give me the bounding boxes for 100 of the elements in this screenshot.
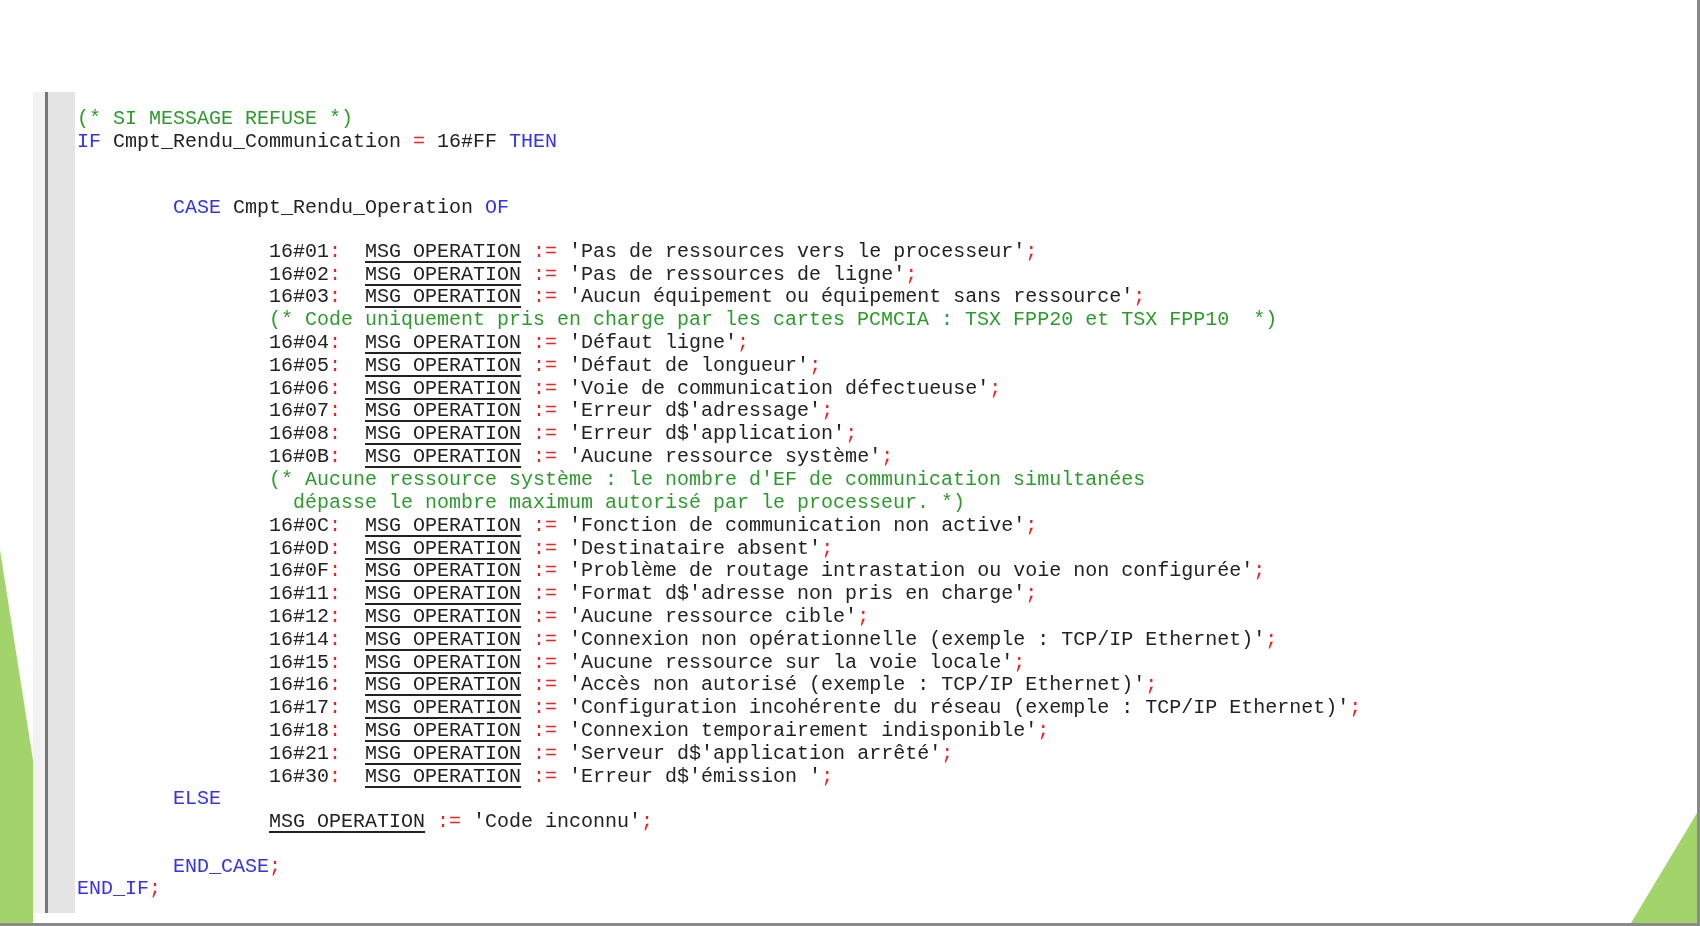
operator: ;: [1253, 559, 1266, 583]
string-literal: 'Fonction de communication non active': [569, 513, 1026, 537]
operator: :=: [532, 741, 559, 765]
code-text: 16#16: [269, 673, 329, 697]
variable-name: MSG OPERATION: [365, 741, 522, 765]
code-text: 16#17: [269, 696, 329, 720]
operator: :: [329, 262, 343, 286]
code-text: 16#06: [269, 376, 329, 400]
code-text: 16#01: [269, 239, 329, 263]
operator: :=: [532, 285, 559, 309]
code-text: 16#11: [269, 582, 329, 606]
string-literal: 'Aucune ressource système': [569, 445, 882, 469]
code-comment: (* Code uniquement pris en charge par les cartes PCMCIA : TSX FPP20 et TSX FPP10 *): [269, 308, 1278, 332]
variable-name: MSG OPERATION: [365, 559, 522, 583]
operator: :=: [532, 445, 559, 469]
operator: :=: [532, 422, 559, 446]
code-text: 16#05: [269, 353, 329, 377]
operator: :=: [532, 696, 559, 720]
operator: :=: [532, 719, 559, 743]
operator: :=: [532, 513, 559, 537]
operator: :=: [532, 673, 559, 697]
variable-name: MSG OPERATION: [365, 239, 522, 263]
operator: ;: [1265, 627, 1278, 651]
operator: :: [329, 353, 343, 377]
operator: :: [329, 513, 343, 537]
operator: ;: [941, 741, 954, 765]
string-literal: 'Défaut ligne': [569, 331, 738, 355]
operator: :: [329, 650, 343, 674]
string-literal: 'Voie de communication défectueuse': [569, 376, 990, 400]
variable-name: MSG OPERATION: [365, 353, 522, 377]
operator: ;: [845, 422, 858, 446]
operator: ;: [1133, 285, 1146, 309]
operator: ;: [821, 399, 834, 423]
code-text: 16#15: [269, 650, 329, 674]
operator: :: [329, 741, 343, 765]
operator: :=: [532, 764, 559, 788]
code-text: 16#30: [269, 764, 329, 788]
operator: ;: [905, 262, 918, 286]
variable-name: MSG OPERATION: [365, 422, 522, 446]
keyword: THEN: [509, 129, 558, 153]
code-text: Cmpt_Rendu_Communication: [112, 129, 403, 153]
operator: :: [329, 696, 343, 720]
operator: ;: [1013, 650, 1026, 674]
operator: :: [329, 605, 343, 629]
code-text: 16#0D: [269, 536, 329, 560]
code-text: 16#0F: [269, 559, 329, 583]
operator: ;: [989, 376, 1002, 400]
variable-name: MSG OPERATION: [365, 513, 522, 537]
string-literal: 'Aucun équipement ou équipement sans ressource': [569, 285, 1134, 309]
operator: :=: [532, 239, 559, 263]
operator: :=: [532, 627, 559, 651]
code-text: 16#FF: [436, 129, 499, 153]
operator: ;: [149, 877, 162, 901]
operator: :: [329, 331, 343, 355]
operator: :: [329, 764, 343, 788]
variable-name: MSG OPERATION: [365, 536, 522, 560]
operator: ;: [641, 810, 654, 834]
operator: :=: [532, 353, 559, 377]
operator: :: [329, 673, 343, 697]
operator: :: [329, 445, 343, 469]
variable-name: MSG OPERATION: [365, 650, 522, 674]
operator: :=: [532, 605, 559, 629]
operator: ;: [1349, 696, 1362, 720]
string-literal: 'Problème de routage intrastation ou voie non configurée': [569, 559, 1254, 583]
operator: :: [329, 399, 343, 423]
operator: ;: [1037, 719, 1050, 743]
operator: :: [329, 285, 343, 309]
operator: :=: [532, 582, 559, 606]
operator: ;: [737, 331, 750, 355]
string-literal: 'Pas de ressources de ligne': [569, 262, 906, 286]
string-literal: 'Code inconnu': [473, 810, 642, 834]
operator: :: [329, 536, 343, 560]
keyword: CASE: [173, 195, 221, 219]
operator: ;: [881, 445, 894, 469]
string-literal: 'Destinataire absent': [569, 536, 822, 560]
operator: :=: [532, 399, 559, 423]
string-literal: 'Aucune ressource cible': [569, 605, 858, 629]
code-text: 16#04: [269, 331, 329, 355]
code-comment: (* Aucune ressource système : le nombre d'EF de communication simultanées dépasse le nombre maximum autorisé par le processeur. *): [269, 467, 1146, 514]
keyword: ELSE: [173, 787, 221, 811]
variable-name: MSG OPERATION: [365, 399, 522, 423]
code-text: 16#0B: [269, 445, 329, 469]
string-literal: 'Erreur d$'émission ': [569, 764, 822, 788]
operator: :=: [436, 810, 463, 834]
code-text: 16#08: [269, 422, 329, 446]
operator: ;: [1025, 582, 1038, 606]
variable-name: MSG OPERATION: [365, 376, 522, 400]
operator: :=: [532, 536, 559, 560]
operator: :: [329, 719, 343, 743]
code-text: 16#03: [269, 285, 329, 309]
code-text: 16#07: [269, 399, 329, 423]
string-literal: 'Format d$'adresse non pris en charge': [569, 582, 1026, 606]
string-literal: 'Erreur d$'application': [569, 422, 846, 446]
operator: :=: [532, 262, 559, 286]
string-literal: 'Serveur d$'application arrêté': [569, 741, 942, 765]
variable-name: MSG OPERATION: [365, 696, 522, 720]
code-text: 16#12: [269, 605, 329, 629]
variable-name: MSG OPERATION: [365, 605, 522, 629]
operator: ;: [809, 353, 822, 377]
string-literal: 'Configuration incohérente du réseau (exemple : TCP/IP Ethernet)': [569, 696, 1350, 720]
